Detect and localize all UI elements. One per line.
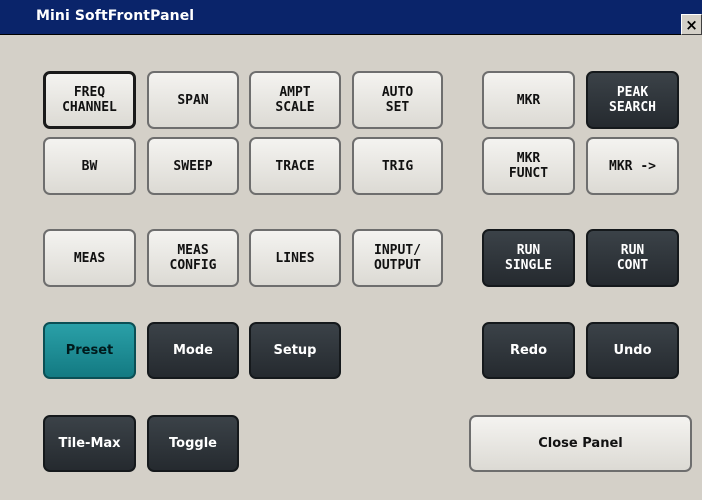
- setup-button[interactable]: Setup: [249, 322, 341, 379]
- window-title: Mini SoftFrontPanel: [36, 8, 195, 24]
- close-window-button[interactable]: ×: [681, 14, 702, 35]
- undo-button[interactable]: Undo: [586, 322, 679, 379]
- mkr-button[interactable]: MKR: [482, 71, 575, 129]
- mode-button[interactable]: Mode: [147, 322, 239, 379]
- meas-config-button[interactable]: MEAS CONFIG: [147, 229, 239, 287]
- input-output-button[interactable]: INPUT/ OUTPUT: [352, 229, 443, 287]
- run-single-button[interactable]: RUN SINGLE: [482, 229, 575, 287]
- run-cont-button[interactable]: RUN CONT: [586, 229, 679, 287]
- redo-button[interactable]: Redo: [482, 322, 575, 379]
- peak-search-button[interactable]: PEAK SEARCH: [586, 71, 679, 129]
- ampt-scale-button[interactable]: AMPT SCALE: [249, 71, 341, 129]
- close-panel-button[interactable]: Close Panel: [469, 415, 692, 472]
- bw-button[interactable]: BW: [43, 137, 136, 195]
- trig-button[interactable]: TRIG: [352, 137, 443, 195]
- title-bar: Mini SoftFrontPanel: [0, 0, 702, 35]
- mkr-funct-button[interactable]: MKR FUNCT: [482, 137, 575, 195]
- freq-channel-button[interactable]: FREQ CHANNEL: [43, 71, 136, 129]
- mkr-arrow-button[interactable]: MKR ->: [586, 137, 679, 195]
- sweep-button[interactable]: SWEEP: [147, 137, 239, 195]
- trace-button[interactable]: TRACE: [249, 137, 341, 195]
- span-button[interactable]: SPAN: [147, 71, 239, 129]
- close-icon: ×: [685, 15, 698, 34]
- lines-button[interactable]: LINES: [249, 229, 341, 287]
- preset-button[interactable]: Preset: [43, 322, 136, 379]
- auto-set-button[interactable]: AUTO SET: [352, 71, 443, 129]
- toggle-button[interactable]: Toggle: [147, 415, 239, 472]
- meas-button[interactable]: MEAS: [43, 229, 136, 287]
- tile-max-button[interactable]: Tile-Max: [43, 415, 136, 472]
